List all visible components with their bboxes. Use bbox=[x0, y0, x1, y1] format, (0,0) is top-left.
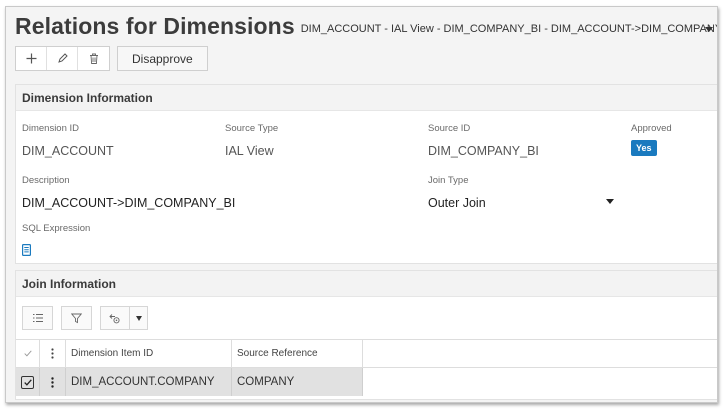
add-button[interactable] bbox=[16, 47, 47, 70]
row-filler bbox=[363, 368, 717, 396]
sql-expression-field: SQL Expression bbox=[22, 223, 90, 261]
page-title: Relations for Dimensions bbox=[15, 13, 295, 39]
approved-badge: Yes bbox=[631, 140, 657, 156]
view-settings-button[interactable] bbox=[100, 306, 148, 330]
source-type-label: Source Type bbox=[225, 123, 279, 134]
record-actions-group bbox=[15, 46, 110, 71]
join-information-table: Dimension Item ID Source Reference DIM_A… bbox=[16, 339, 717, 396]
join-type-label: Join Type bbox=[428, 175, 469, 186]
row-checkbox[interactable] bbox=[16, 368, 40, 396]
page-subtitle: DIM_ACCOUNT - IAL View - DIM_COMPANY_BI … bbox=[300, 23, 718, 35]
join-type-select[interactable]: Outer Join bbox=[428, 196, 486, 210]
dimension-information-heading: Dimension Information bbox=[16, 85, 717, 111]
pencil-icon bbox=[57, 53, 68, 63]
grid-toolbar bbox=[22, 306, 148, 330]
description-field: Description DIM_ACCOUNT->DIM_COMPANY_BI bbox=[22, 175, 235, 210]
source-id-label: Source ID bbox=[428, 123, 471, 134]
dimension-id-value: DIM_ACCOUNT bbox=[22, 144, 114, 158]
table-header-row: Dimension Item ID Source Reference bbox=[16, 340, 717, 368]
cell-dimension-item-id[interactable]: DIM_ACCOUNT.COMPANY bbox=[66, 368, 232, 396]
delete-button[interactable] bbox=[78, 47, 109, 70]
header-filler bbox=[363, 340, 717, 367]
page-header: Relations for Dimensions DIM_ACCOUNT - I… bbox=[15, 13, 718, 40]
view-settings-icon bbox=[109, 313, 120, 323]
cell-source-reference[interactable]: COMPANY bbox=[232, 368, 363, 396]
approved-label: Approved bbox=[631, 123, 672, 134]
chevron-down-icon[interactable] bbox=[130, 315, 147, 321]
header-menu-icon[interactable] bbox=[40, 340, 66, 367]
join-type-chevron-icon[interactable] bbox=[606, 199, 614, 204]
column-header-source-reference[interactable]: Source Reference bbox=[232, 340, 363, 367]
source-id-value: DIM_COMPANY_BI bbox=[428, 144, 539, 158]
dimension-id-label: Dimension ID bbox=[22, 123, 80, 134]
source-type-value: IAL View bbox=[225, 144, 274, 158]
table-row[interactable]: DIM_ACCOUNT.COMPANY COMPANY bbox=[16, 368, 717, 396]
plus-icon bbox=[26, 53, 36, 64]
checkbox-checked-icon bbox=[21, 375, 34, 389]
approved-field: Approved Yes bbox=[631, 123, 672, 156]
column-chooser-icon bbox=[32, 314, 43, 322]
app-window: Relations for Dimensions DIM_ACCOUNT - I… bbox=[5, 6, 718, 403]
source-id-field: Source ID DIM_COMPANY_BI bbox=[428, 123, 539, 158]
filter-button[interactable] bbox=[61, 306, 92, 330]
join-type-field[interactable]: Join Type Outer Join bbox=[428, 175, 486, 210]
main-toolbar: Disapprove bbox=[15, 46, 208, 71]
dimension-information-panel: Dimension Information Dimension ID DIM_A… bbox=[15, 84, 717, 264]
description-value: DIM_ACCOUNT->DIM_COMPANY_BI bbox=[22, 196, 236, 210]
dimension-id-field: Dimension ID DIM_ACCOUNT bbox=[22, 123, 114, 158]
disapprove-button[interactable]: Disapprove bbox=[117, 46, 208, 71]
select-all-checkmark-icon[interactable] bbox=[16, 340, 40, 367]
document-icon[interactable] bbox=[22, 243, 32, 261]
context-dropdown-icon[interactable] bbox=[705, 27, 713, 32]
description-label: Description bbox=[22, 175, 70, 186]
column-header-dimension-item-id[interactable]: Dimension Item ID bbox=[66, 340, 232, 367]
sql-expression-label: SQL Expression bbox=[22, 223, 91, 234]
join-information-heading: Join Information bbox=[16, 271, 717, 297]
trash-icon bbox=[89, 53, 98, 64]
row-menu-icon[interactable] bbox=[40, 368, 66, 396]
edit-button[interactable] bbox=[47, 47, 78, 70]
column-chooser-button[interactable] bbox=[22, 306, 53, 330]
join-information-panel: Join Information Dimension Item ID Sourc… bbox=[15, 270, 717, 400]
filter-icon bbox=[71, 313, 82, 323]
source-type-field: Source Type IAL View bbox=[225, 123, 278, 158]
